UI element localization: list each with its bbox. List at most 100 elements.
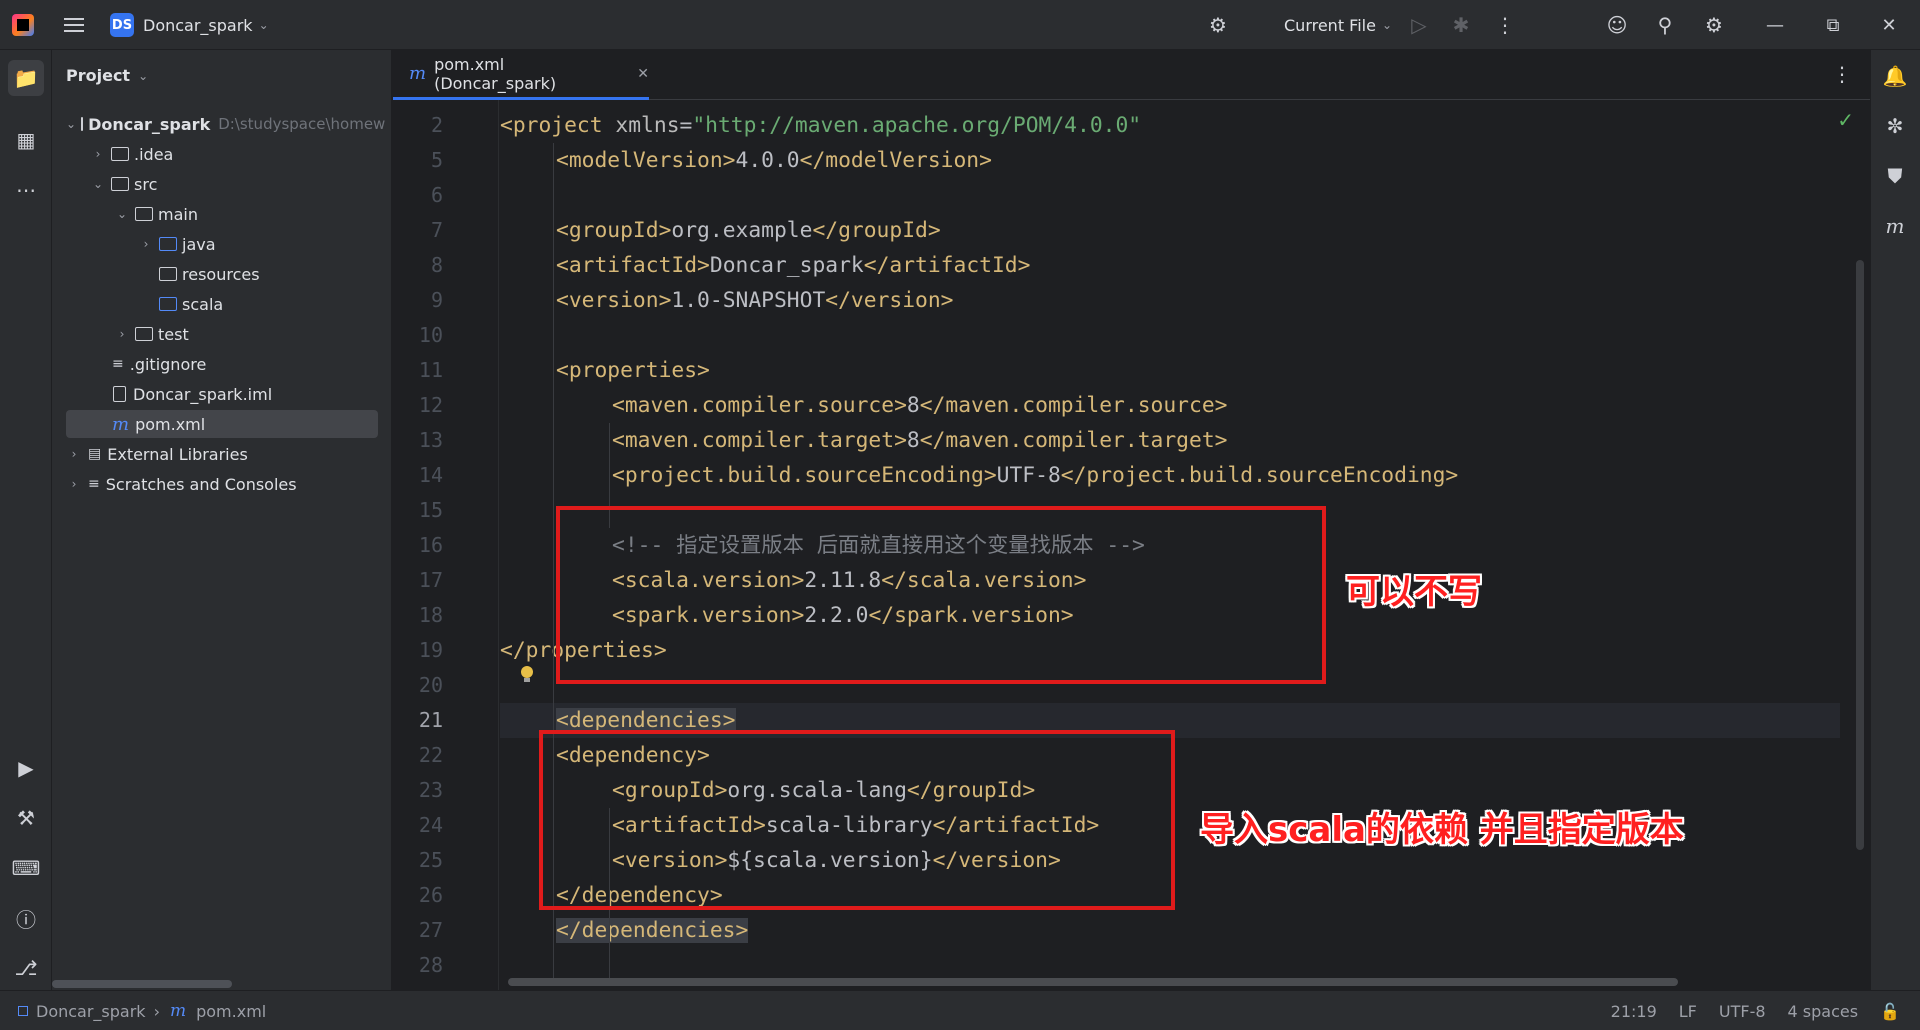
tree-item-label: java xyxy=(182,234,216,254)
tree-item-scala[interactable]: scala xyxy=(138,290,391,318)
caret-position[interactable]: 21:19 xyxy=(1611,1002,1657,1021)
tree-item-label: scala xyxy=(182,294,224,314)
tree-item-scratches[interactable]: › ≡ Scratches and Consoles xyxy=(66,470,378,498)
annotation-box-properties xyxy=(556,506,1326,684)
project-name: Doncar_spark xyxy=(143,15,253,35)
add-user-icon[interactable]: ☺ xyxy=(1600,0,1634,50)
project-switcher[interactable]: Doncar_spark ⌄ xyxy=(143,0,269,50)
line-number: 26 xyxy=(418,883,443,907)
chevron-right-icon[interactable]: › xyxy=(138,237,154,251)
line-number: 23 xyxy=(418,778,443,802)
tree-item-label: pom.xml xyxy=(135,414,206,434)
minimize-icon[interactable]: — xyxy=(1752,0,1798,50)
code-token: <project xyxy=(500,113,616,138)
tree-item-main[interactable]: ⌄ main xyxy=(114,200,391,228)
project-panel-header[interactable]: Project ⌄ xyxy=(66,66,148,85)
tree-item-gitignore[interactable]: ≡ .gitignore xyxy=(90,350,391,378)
tree-item-resources[interactable]: resources xyxy=(138,260,391,288)
database-icon[interactable]: ⛊ xyxy=(1877,158,1913,194)
code-line: <properties> xyxy=(556,353,710,388)
line-number: 25 xyxy=(418,848,443,872)
libraries-icon: ▤ xyxy=(88,446,102,462)
git-branch-icon[interactable]: ⎇ xyxy=(8,950,44,986)
tree-item-test[interactable]: › test xyxy=(114,320,391,348)
source-folder-icon xyxy=(159,297,177,311)
tree-item-label: main xyxy=(158,204,198,224)
line-separator[interactable]: LF xyxy=(1679,1002,1697,1021)
maven-icon[interactable]: m xyxy=(1877,208,1913,244)
tree-item-iml[interactable]: Doncar_spark.iml xyxy=(90,380,391,408)
line-number: 9 xyxy=(430,288,443,312)
vertical-scrollbar[interactable] xyxy=(1856,260,1864,850)
editor-horizontal-scrollbar[interactable] xyxy=(508,978,1678,986)
settings-gear-icon[interactable]: ⚙ xyxy=(1697,0,1731,50)
chevron-down-icon[interactable]: ⌄ xyxy=(90,177,106,191)
chevron-down-icon[interactable]: ⌄ xyxy=(114,207,130,221)
horizontal-scrollbar[interactable] xyxy=(52,980,232,988)
chevron-right-icon[interactable]: › xyxy=(114,327,130,341)
status-widgets: 21:19 LF UTF-8 4 spaces 🔓 xyxy=(1611,991,1900,1030)
chevron-down-icon[interactable]: ⌄ xyxy=(66,117,76,131)
breadcrumb-separator-icon: › xyxy=(153,1001,160,1021)
project-folder-icon[interactable]: 📁 xyxy=(8,60,44,96)
line-number: 11 xyxy=(418,358,443,382)
restore-icon[interactable]: ⧉ xyxy=(1810,0,1856,50)
chevron-right-icon[interactable]: › xyxy=(66,447,82,461)
code-line: <project xmlns="http://maven.apache.org/… xyxy=(500,108,1141,143)
code-line: <maven.compiler.source>8</maven.compiler… xyxy=(612,388,1227,423)
code-token: <version> xyxy=(556,288,672,313)
tab-label: pom.xml (Doncar_spark) xyxy=(434,54,557,93)
problems-icon[interactable]: ⓘ xyxy=(8,900,44,936)
tree-item-pom[interactable]: m pom.xml xyxy=(66,410,378,438)
line-number: 13 xyxy=(418,428,443,452)
tab-pom-xml[interactable]: m pom.xml (Doncar_spark) ✕ xyxy=(393,50,649,100)
debug-icon[interactable]: ✱ xyxy=(1444,0,1478,50)
run-icon[interactable]: ▷ xyxy=(1402,0,1436,50)
no-problems-check-icon[interactable]: ✓ xyxy=(1837,108,1854,132)
app-logo-icon[interactable] xyxy=(12,0,38,50)
breadcrumb-file[interactable]: pom.xml xyxy=(196,1002,266,1021)
tree-item-label: Doncar_spark xyxy=(88,114,211,134)
indent-setting[interactable]: 4 spaces xyxy=(1788,1002,1859,1021)
code-line: <version>1.0-SNAPSHOT</version> xyxy=(556,283,954,318)
debug-bug-icon[interactable]: ⚙ xyxy=(1201,0,1235,50)
notifications-bell-icon[interactable]: 🔔 xyxy=(1877,58,1913,94)
build-hammer-icon[interactable]: ⚒ xyxy=(8,800,44,836)
tree-item-external-libraries[interactable]: › ▤ External Libraries xyxy=(66,440,378,468)
tree-item-java[interactable]: › java xyxy=(138,230,391,258)
close-tab-icon[interactable]: ✕ xyxy=(637,66,649,82)
breadcrumb-project[interactable]: Doncar_spark xyxy=(36,1002,146,1021)
folder-icon xyxy=(111,147,129,161)
structure-icon[interactable]: ▦ xyxy=(8,122,44,158)
text-file-icon: ≡ xyxy=(112,356,124,372)
tabs-more-icon[interactable]: ⋮ xyxy=(1832,62,1852,86)
line-number: 14 xyxy=(418,463,443,487)
code-line: <artifactId>Doncar_spark</artifactId> xyxy=(556,248,1030,283)
lock-icon[interactable]: 🔓 xyxy=(1880,1002,1900,1021)
tree-item-label: .gitignore xyxy=(129,354,207,374)
search-icon[interactable]: ⚲ xyxy=(1648,0,1682,50)
ai-assistant-icon[interactable]: ✼ xyxy=(1877,108,1913,144)
intention-bulb-icon[interactable] xyxy=(520,666,534,684)
line-number: 20 xyxy=(418,673,443,697)
main-menu-icon[interactable] xyxy=(62,0,86,50)
services-icon[interactable]: ▶ xyxy=(8,750,44,786)
tree-item-idea[interactable]: › .idea xyxy=(90,140,391,168)
project-badge[interactable]: DS xyxy=(110,13,134,37)
line-number: 27 xyxy=(418,918,443,942)
chevron-right-icon[interactable]: › xyxy=(90,147,106,161)
code-token: </maven.compiler.source> xyxy=(919,393,1228,418)
terminal-icon[interactable]: ⌨ xyxy=(8,850,44,886)
code-token: </artifactId> xyxy=(863,253,1031,278)
close-window-icon[interactable]: ✕ xyxy=(1866,0,1912,50)
tree-item-root[interactable]: ⌄ Doncar_spark D:\studyspace\homew xyxy=(66,110,385,138)
tree-item-label: External Libraries xyxy=(107,444,248,464)
tree-item-src[interactable]: ⌄ src xyxy=(90,170,391,198)
file-encoding[interactable]: UTF-8 xyxy=(1719,1002,1766,1021)
code-token: "http://maven.apache.org/POM/4.0.0" xyxy=(692,113,1142,138)
chevron-right-icon[interactable]: › xyxy=(66,477,82,491)
run-config-selector[interactable]: Current File ⌄ xyxy=(1284,0,1392,50)
more-tools-icon[interactable]: ⋯ xyxy=(8,172,44,208)
more-actions-icon[interactable]: ⋮ xyxy=(1488,0,1522,50)
code-line: <modelVersion>4.0.0</modelVersion> xyxy=(556,143,992,178)
